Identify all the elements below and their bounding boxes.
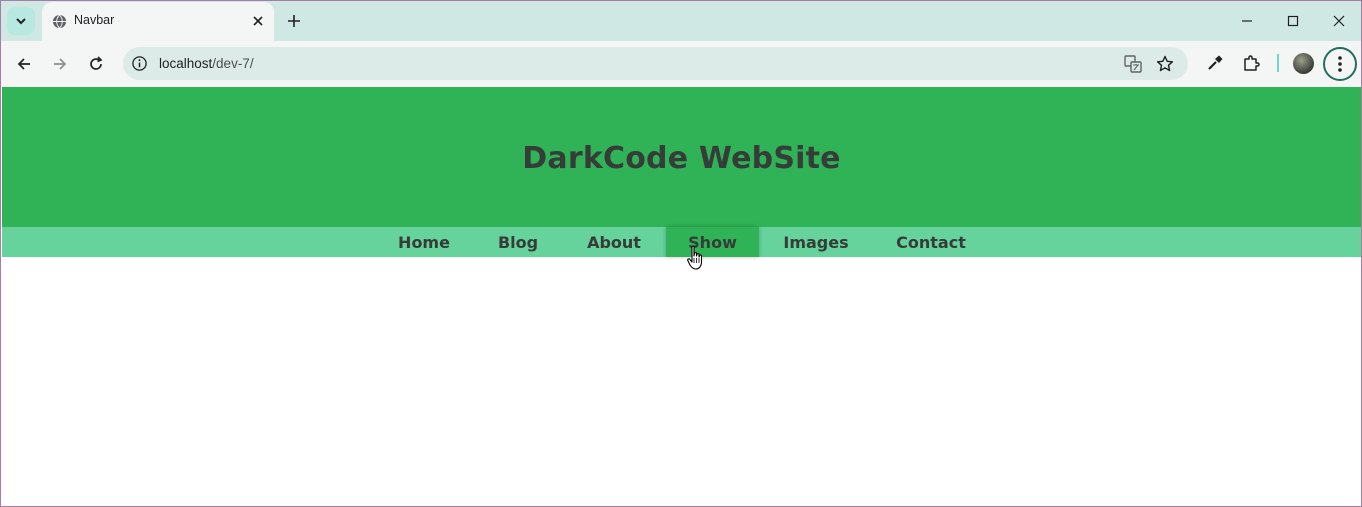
forward-button[interactable]	[48, 52, 72, 76]
extensions-button[interactable]	[1240, 52, 1262, 74]
close-icon	[253, 16, 263, 26]
tab-search-button[interactable]	[7, 7, 35, 35]
maximize-icon	[1287, 15, 1299, 27]
reload-icon	[90, 56, 103, 70]
eyedropper-icon	[1208, 55, 1223, 70]
site-title: DarkCode WebSite	[522, 140, 841, 176]
minimize-icon	[1242, 20, 1252, 22]
nav-link-home[interactable]: Home	[390, 227, 458, 257]
puzzle-icon	[1244, 55, 1260, 71]
nav-link-about[interactable]: About	[577, 227, 651, 257]
new-tab-button[interactable]	[282, 9, 306, 33]
forward-arrow-icon	[54, 58, 67, 70]
chevron-down-icon	[16, 18, 26, 25]
tab-strip: Navbar	[1, 1, 1361, 41]
nav-link-blog[interactable]: Blog	[486, 227, 550, 257]
site-navbar: Home Blog About Show Images Contact	[2, 227, 1361, 257]
back-arrow-icon	[17, 58, 30, 70]
hand-cursor-icon	[687, 245, 703, 270]
back-button[interactable]	[12, 52, 36, 76]
plus-icon	[288, 15, 300, 27]
toolbar-divider	[1277, 54, 1279, 72]
url-host: localhost	[159, 56, 213, 71]
globe-icon	[52, 14, 67, 29]
info-icon[interactable]	[131, 55, 148, 72]
minimize-button[interactable]	[1235, 9, 1259, 33]
browser-menu-button[interactable]	[1323, 47, 1357, 81]
web-page: DarkCode WebSite Home Blog About Show Im…	[2, 87, 1361, 506]
browser-toolbar: localhost/dev-7/	[1, 41, 1361, 87]
profile-avatar[interactable]	[1293, 53, 1314, 74]
site-header: DarkCode WebSite	[2, 87, 1361, 227]
translate-icon[interactable]	[1124, 55, 1142, 73]
close-icon	[1333, 15, 1345, 27]
eyedropper-button[interactable]	[1204, 52, 1226, 74]
star-icon[interactable]	[1156, 55, 1174, 73]
browser-window: Navbar localhost/dev-7/ DarkCode WebSite…	[0, 0, 1362, 507]
nav-link-show[interactable]: Show	[666, 227, 759, 257]
nav-link-contact[interactable]: Contact	[886, 227, 976, 257]
tab-navbar[interactable]: Navbar	[42, 2, 274, 41]
maximize-button[interactable]	[1281, 9, 1305, 33]
url-path: /dev-7/	[212, 56, 254, 71]
nav-link-images[interactable]: Images	[774, 227, 858, 257]
close-tab-button[interactable]	[250, 13, 266, 29]
close-window-button[interactable]	[1327, 9, 1351, 33]
more-vert-icon	[1338, 56, 1342, 72]
address-bar[interactable]: localhost/dev-7/	[123, 47, 1188, 80]
url-text: localhost/dev-7/	[159, 56, 254, 71]
reload-button[interactable]	[84, 52, 108, 76]
tab-title: Navbar	[74, 13, 115, 27]
